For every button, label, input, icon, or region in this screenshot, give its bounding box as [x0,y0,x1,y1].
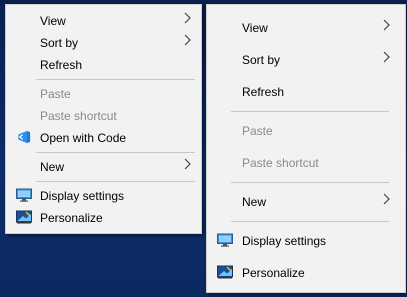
personalize-icon [16,210,32,224]
menu-item-label: Display settings [242,234,327,248]
chevron-right-icon [184,12,191,24]
menu-item-label: New [40,160,65,174]
chevron-right-icon [383,193,390,205]
menu-item-display-settings[interactable]: Display settings [6,188,201,206]
menu-item-label: Paste [40,87,71,101]
menu-item-label: Refresh [40,58,83,72]
menu-item-personalize[interactable]: Personalize [6,210,201,228]
menu-separator [36,152,195,153]
menu-item-new[interactable]: New [207,193,405,212]
menu-item-refresh[interactable]: Refresh [207,86,405,102]
menu-item-sort-by[interactable]: Sort by [6,34,201,53]
menu-item-label: New [242,195,267,209]
menu-item-label: Display settings [40,189,125,203]
menu-item-paste-shortcut[interactable]: Paste shortcut [6,110,201,126]
display-settings-icon [217,233,233,247]
menu-separator [231,221,389,222]
menu-item-label: Paste shortcut [40,109,117,123]
menu-item-paste[interactable]: Paste [6,88,201,104]
menu-item-refresh[interactable]: Refresh [6,59,201,75]
menu-item-open-with-code[interactable]: Open with Code [6,130,201,148]
menu-item-label: Refresh [242,85,285,99]
menu-separator [231,182,389,183]
chevron-right-icon [383,19,390,31]
menu-item-view[interactable]: View [6,12,201,31]
menu-item-label: Personalize [242,266,305,280]
vscode-icon [18,130,31,144]
menu-item-label: Paste [242,124,273,138]
menu-item-sort-by[interactable]: Sort by [207,51,405,70]
menu-item-label: Sort by [40,36,79,50]
menu-item-label: View [242,21,268,35]
menu-item-label: View [40,14,66,28]
chevron-right-icon [184,158,191,170]
menu-item-display-settings[interactable]: Display settings [207,233,405,251]
menu-item-label: Personalize [40,211,103,225]
menu-item-label: Open with Code [40,131,127,145]
context-menu-compact: View Sort by Refresh Paste Paste shortcu… [5,4,202,234]
menu-separator [231,111,389,112]
chevron-right-icon [383,51,390,63]
context-menu-touch: View Sort by Refresh Paste Paste shortcu… [206,4,406,293]
display-settings-icon [16,188,32,202]
menu-item-label: Sort by [242,53,281,67]
menu-item-view[interactable]: View [207,19,405,38]
menu-item-personalize[interactable]: Personalize [207,265,405,283]
menu-separator [36,181,195,182]
menu-item-new[interactable]: New [6,158,201,177]
personalize-icon [217,265,233,279]
menu-item-paste[interactable]: Paste [207,125,405,141]
menu-item-paste-shortcut[interactable]: Paste shortcut [207,157,405,173]
menu-item-label: Paste shortcut [242,156,319,170]
menu-separator [36,79,195,80]
chevron-right-icon [184,34,191,46]
